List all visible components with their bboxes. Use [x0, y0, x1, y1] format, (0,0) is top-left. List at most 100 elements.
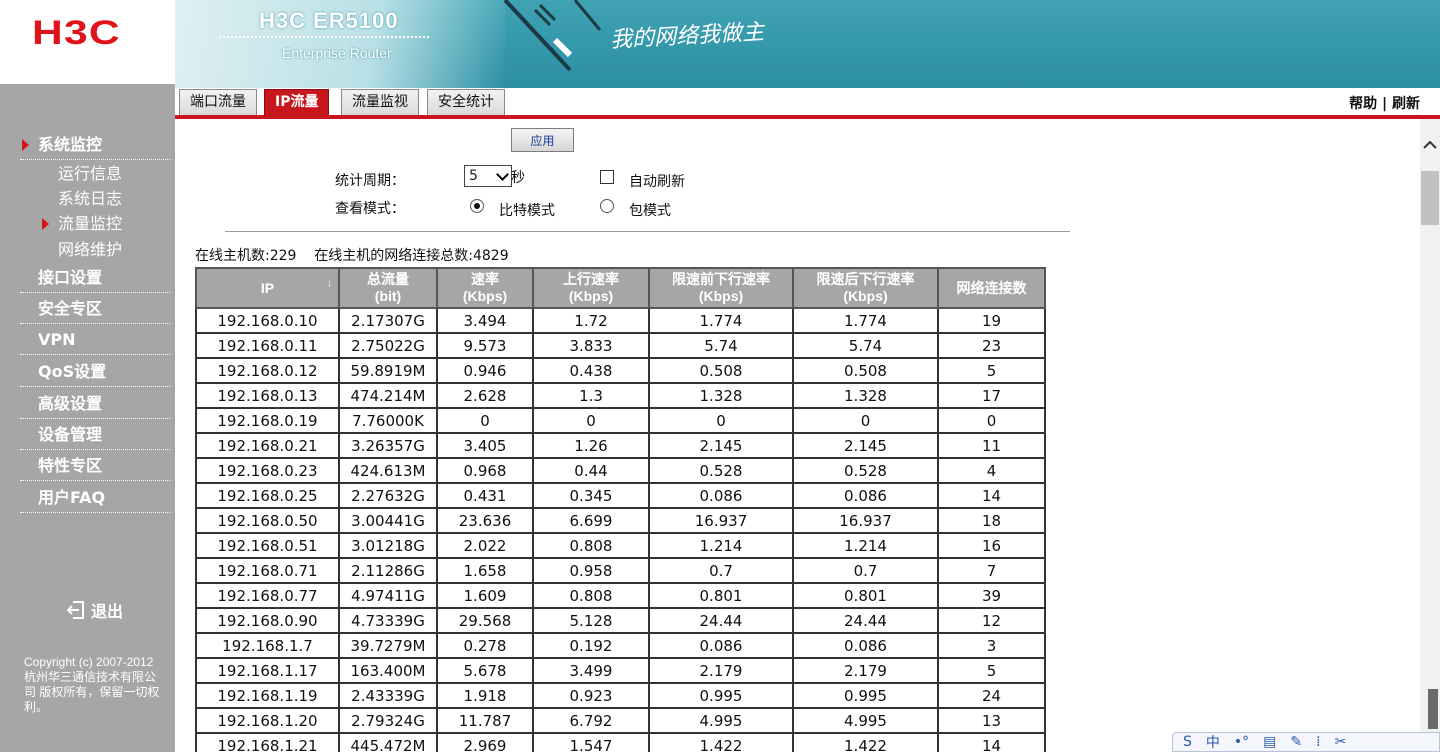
cell-rate: 9.573 [436, 332, 534, 359]
cell-rate: 23.636 [436, 507, 534, 534]
cell-down-after: 5.74 [792, 332, 939, 359]
cell-ip: 192.168.1.19 [195, 682, 340, 709]
help-link[interactable]: 帮助 [1349, 96, 1377, 112]
nav-label: 设备管理 [38, 425, 103, 444]
refresh-link[interactable]: 刷新 [1392, 96, 1420, 112]
cell-down-before: 4.995 [648, 707, 794, 734]
cell-up-rate: 5.128 [532, 607, 650, 634]
scroll-down-handle[interactable] [1428, 689, 1438, 729]
subnav-system-log[interactable]: 系统日志 [58, 189, 122, 209]
cell-ip: 192.168.0.50 [195, 507, 340, 534]
conns-label: 在线主机的网络连接总数: [314, 248, 473, 264]
cell-up-rate: 0.438 [532, 357, 650, 384]
cell-down-before: 0.7 [648, 557, 794, 584]
apply-button[interactable]: 应用 [511, 128, 574, 152]
ime-tool-icon[interactable]: ▤ [1263, 734, 1276, 750]
col-up-rate[interactable]: 上行速率 (Kbps) [532, 267, 650, 309]
cell-down-after: 0.995 [792, 682, 939, 709]
cell-up-rate: 6.792 [532, 707, 650, 734]
vertical-scrollbar[interactable] [1420, 119, 1440, 752]
nav-label: 安全专区 [38, 299, 103, 318]
cell-down-before: 24.44 [648, 607, 794, 634]
summary: 在线主机数:229 在线主机的网络连接总数:4829 [195, 245, 509, 265]
product-subtitle: Enterprise Router [282, 45, 392, 61]
cell-rate: 1.918 [436, 682, 534, 709]
cell-total: 4.97411G [338, 582, 438, 609]
cell-ip: 192.168.0.77 [195, 582, 340, 609]
header-unit: (Kbps) [462, 288, 508, 304]
ime-tool-icon[interactable]: ✂ [1335, 734, 1347, 750]
cell-up-rate: 1.72 [532, 307, 650, 334]
cell-up-rate: 0 [532, 407, 650, 434]
cell-down-before: 2.145 [648, 432, 794, 459]
nav-label: 系统监控 [38, 135, 103, 154]
auto-refresh-checkbox[interactable] [600, 170, 614, 184]
cell-down-before: 1.328 [648, 382, 794, 409]
nav-label: 高级设置 [38, 394, 103, 413]
nav-advanced-settings[interactable]: 高级设置 [20, 392, 170, 419]
table-row: 192.168.0.10 2.17307G 3.494 1.72 1.774 1.774 1… [195, 307, 1046, 334]
ime-tool-icon[interactable]: •° [1234, 734, 1249, 750]
h3c-logo: H3C [32, 14, 121, 52]
tab-traffic-watch[interactable]: 流量监视 [341, 89, 419, 116]
tab-ip-traffic[interactable]: IP流量 [264, 89, 330, 116]
cell-up-rate: 0.923 [532, 682, 650, 709]
subnav-traffic-monitor[interactable]: 流量监控 [42, 214, 122, 234]
scroll-up-icon[interactable] [1422, 137, 1438, 153]
cell-total: 2.79324G [338, 707, 438, 734]
header-label: 总流量 [367, 271, 409, 287]
packet-mode-radio[interactable] [600, 199, 614, 213]
cell-down-after: 0.086 [792, 632, 939, 659]
cell-rate: 1.609 [436, 582, 534, 609]
col-down-after[interactable]: 限速后下行速率 (Kbps) [792, 267, 939, 309]
nav-qos-settings[interactable]: QoS设置 [20, 360, 170, 387]
ime-tool-icon[interactable]: ✎ [1290, 734, 1302, 750]
nav-label: 接口设置 [38, 268, 103, 287]
subnav-network-maintenance[interactable]: 网络维护 [58, 240, 122, 260]
table-row: 192.168.0.71 2.11286G 1.658 0.958 0.7 0.7 7 [195, 557, 1046, 584]
table-row: 192.168.1.21 445.472M 2.969 1.547 1.422 1.422… [195, 732, 1046, 752]
cell-connections: 24 [937, 682, 1046, 709]
nav-device-management[interactable]: 设备管理 [20, 423, 170, 450]
bit-mode-radio[interactable] [470, 199, 484, 213]
cell-up-rate: 0.44 [532, 457, 650, 484]
subnav-running-info[interactable]: 运行信息 [58, 164, 122, 184]
scrollbar-thumb[interactable] [1421, 171, 1439, 225]
col-down-before[interactable]: 限速前下行速率 (Kbps) [648, 267, 794, 309]
cell-rate: 0.278 [436, 632, 534, 659]
cell-up-rate: 0.192 [532, 632, 650, 659]
col-connections[interactable]: 网络连接数 [937, 267, 1046, 309]
header-label: 限速后下行速率 [816, 271, 915, 287]
cell-connections: 3 [937, 632, 1046, 659]
cell-ip: 192.168.0.23 [195, 457, 340, 484]
nav-system-monitor[interactable]: 系统监控 [20, 133, 170, 160]
nav-user-faq[interactable]: 用户FAQ [20, 486, 170, 513]
ime-tool-icon[interactable]: ⁞ [1316, 734, 1320, 750]
cell-connections: 13 [937, 707, 1046, 734]
ime-tool-icon[interactable]: 中 [1206, 733, 1220, 751]
header-unit: (bit) [374, 288, 402, 304]
cable-graphic-icon [503, 0, 602, 72]
nav-feature-zone[interactable]: 特性专区 [20, 454, 170, 481]
cell-up-rate: 0.345 [532, 482, 650, 509]
tab-security-stats[interactable]: 安全统计 [427, 89, 505, 116]
sort-arrow-icon: ↓ [327, 278, 332, 289]
nav-vpn[interactable]: VPN [20, 328, 170, 355]
table-row: 192.168.0.77 4.97411G 1.609 0.808 0.801 0.801… [195, 582, 1046, 609]
nav-security-zone[interactable]: 安全专区 [20, 297, 170, 324]
header-links: 帮助 | 刷新 [1349, 93, 1420, 113]
col-ip[interactable]: IP ↓ [195, 267, 340, 309]
cell-ip: 192.168.0.71 [195, 557, 340, 584]
table-row: 192.168.1.7 39.7279M 0.278 0.192 0.086 0.086 3 [195, 632, 1046, 659]
cell-rate: 11.787 [436, 707, 534, 734]
col-total[interactable]: 总流量 (bit) [338, 267, 438, 309]
tab-port-traffic[interactable]: 端口流量 [179, 89, 257, 116]
nav-interface-settings[interactable]: 接口设置 [20, 266, 170, 293]
period-select[interactable]: 5 [464, 165, 512, 187]
col-rate[interactable]: 速率 (Kbps) [436, 267, 534, 309]
dotted-separator [219, 36, 429, 38]
main-content: 应用 统计周期： 5 秒 自动刷新 查看模式： 比特模式 包模式 在线主机数:2… [175, 119, 1420, 752]
ime-tool-icon[interactable]: S [1183, 734, 1192, 750]
logout-button[interactable]: 退出 [65, 598, 123, 622]
cell-ip: 192.168.1.20 [195, 707, 340, 734]
